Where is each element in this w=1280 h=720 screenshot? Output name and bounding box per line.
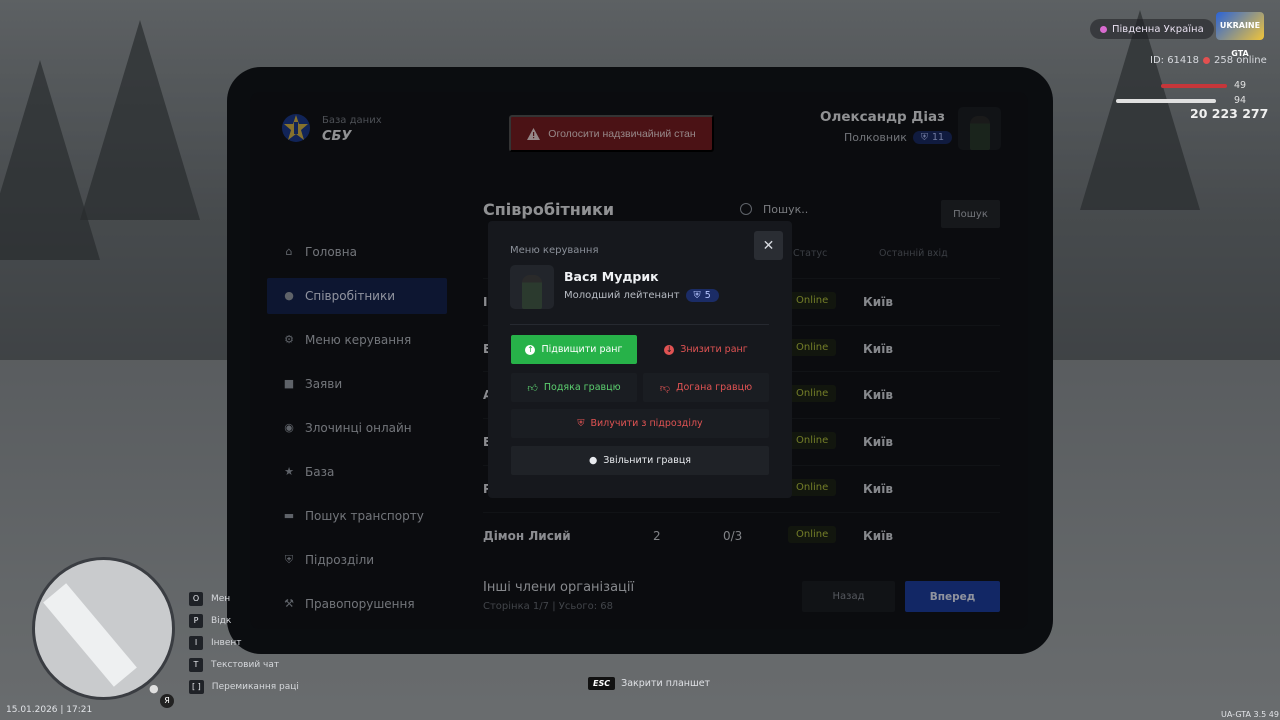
region-badge: Південна Україна <box>1090 19 1214 39</box>
thanks-button[interactable]: 👍︎ Подяка гравцю <box>511 373 637 402</box>
key-cap: P <box>189 614 203 628</box>
promote-button[interactable]: ↑ Підвищити ранг <box>511 335 637 364</box>
employee-name: Вася Мудрик <box>564 269 659 284</box>
shield-icon: ⛨ <box>577 418 585 429</box>
keybind-label: Мен <box>211 594 231 604</box>
online-dot-icon <box>1203 57 1210 64</box>
version-label: UA-GTA 3.5 <box>1221 710 1267 719</box>
health-bar <box>1161 84 1227 88</box>
keybind-label: Текстовий чат <box>211 660 280 670</box>
arrow-down-icon: ↓ <box>664 344 675 355</box>
keybind-label: Інвент <box>211 638 242 648</box>
region-label: Південна Україна <box>1112 23 1204 35</box>
key-cap: T <box>189 658 203 672</box>
microphone-icon: ● <box>149 682 159 695</box>
close-icon: ✕ <box>762 237 775 253</box>
keybind-row: I Інвент <box>189 632 299 654</box>
voice-key: Я <box>160 694 174 708</box>
key-cap: I <box>189 636 203 650</box>
key-cap: O <box>189 592 203 606</box>
player-id: ID: 61418 <box>1150 55 1200 66</box>
thanks-label: Подяка гравцю <box>543 382 621 393</box>
rank-badge: ⛨ 5 <box>685 289 719 302</box>
exclude-label: Вилучити з підрозділу <box>590 418 703 429</box>
keybind-row: [ ] Перемикання раці <box>189 676 299 698</box>
money-value: 20 223 277 <box>1190 106 1269 121</box>
keybind-list: O Мен P Відк I Інвент T Текстовий чат [ ] Пер… <box>189 588 299 698</box>
armor-value: 94 <box>1234 95 1247 106</box>
arrow-up-icon: ↑ <box>525 344 536 355</box>
divider <box>510 324 769 325</box>
reprimand-label: Догана гравцю <box>676 382 753 393</box>
user-remove-icon: ● <box>588 455 598 466</box>
esc-label: Закрити планшет <box>621 678 711 689</box>
health-value: 49 <box>1234 80 1247 91</box>
reprimand-button[interactable]: 👎︎ Догана гравцю <box>643 373 769 402</box>
keybind-label: Відк <box>211 616 232 626</box>
employee-rank-label: Молодший лейтенант <box>564 290 680 301</box>
online-label: 258 online <box>1214 55 1267 66</box>
employee-rank: Молодший лейтенант ⛨ 5 <box>564 289 719 302</box>
fire-button[interactable]: ● Звільнити гравця <box>511 446 769 475</box>
armor-bar <box>1116 99 1216 103</box>
heart-icon <box>1100 25 1107 33</box>
online-count: 258 online <box>1203 55 1267 66</box>
close-tablet-hint: ESC Закрити планшет <box>588 677 710 690</box>
datetime: 15.01.2026 | 17:21 <box>6 705 93 715</box>
server-logo: UKRAINE GTA <box>1216 12 1264 58</box>
minimap-road <box>43 583 137 687</box>
promote-label: Підвищити ранг <box>541 344 623 355</box>
key-cap: [ ] <box>189 680 204 694</box>
demote-button[interactable]: ↓ Знизити ранг <box>643 335 769 364</box>
thumbs-down-icon: 👎︎ <box>659 382 671 394</box>
exclude-button[interactable]: ⛨ Вилучити з підрозділу <box>511 409 769 438</box>
version-suffix: 49 <box>1268 710 1279 719</box>
minimap <box>32 557 175 700</box>
modal-header: Меню керування <box>510 245 599 256</box>
demote-label: Знизити ранг <box>680 344 748 355</box>
keybind-row: T Текстовий чат <box>189 654 299 676</box>
keybind-row: O Мен <box>189 588 299 610</box>
avatar-figure <box>522 275 542 309</box>
version: UA-GTA 3.5 49 <box>1221 710 1279 719</box>
fire-label: Звільнити гравця <box>603 455 692 466</box>
close-button[interactable]: ✕ <box>754 231 783 260</box>
keybind-label: Перемикання раці <box>211 682 299 692</box>
employee-avatar <box>510 265 554 309</box>
esc-key: ESC <box>588 677 616 690</box>
keybind-row: P Відк <box>189 610 299 632</box>
thumbs-up-icon: 👍︎ <box>527 382 538 394</box>
rank-level: 5 <box>704 290 711 301</box>
shield-icon: ⛨ <box>693 290 701 301</box>
